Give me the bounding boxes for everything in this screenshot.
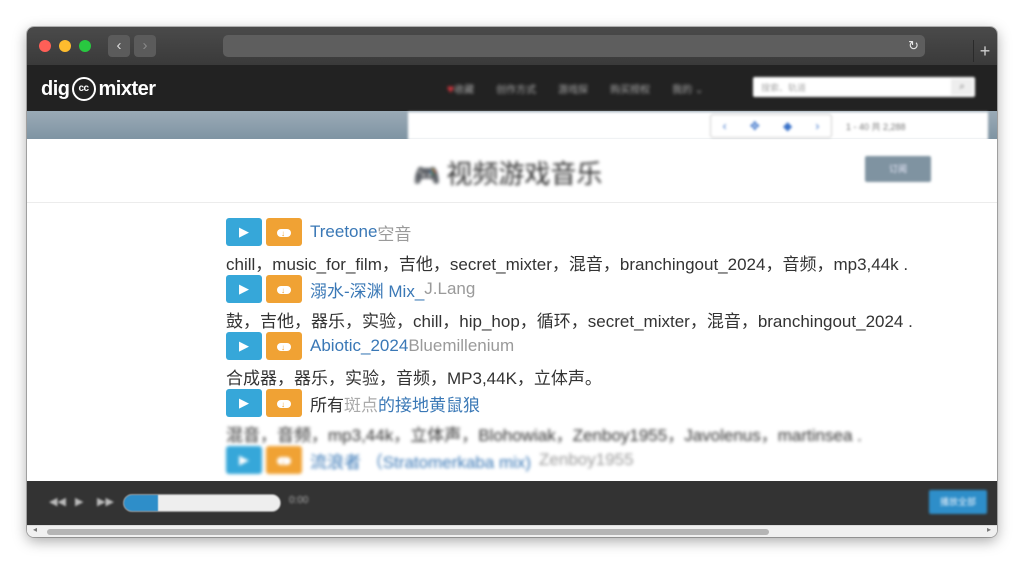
logo-text-mixter: mixter — [98, 77, 157, 100]
browser-window: ‹ › ↻ + dig cc mixter ♥收藏 创作方式 游戏探 购买授权 … — [27, 27, 997, 537]
browser-toolbar: ‹ › ↻ + — [27, 27, 997, 65]
page-info: 1 - 40 共 2,288 — [846, 122, 906, 132]
logo-text-dig: dig — [41, 77, 70, 100]
list-item: ▶ ↓ 所有 斑点 的接地黄鼠狼 混音，音频，mp3,44k，立体声，Blohowi… — [226, 388, 996, 445]
address-bar[interactable]: ↻ — [223, 35, 925, 57]
time-readout: 0:00 — [289, 495, 309, 506]
menu-item-license[interactable]: 购买授权 — [610, 81, 650, 96]
zoom-window-button[interactable] — [79, 40, 91, 52]
minimize-window-button[interactable] — [59, 40, 71, 52]
track-tags: 合成器，器乐，实验，音频，MP3,44K，立体声。 — [226, 369, 602, 388]
play-all-button[interactable]: 播放全部 — [929, 490, 987, 514]
cloud-download-icon: ↓ — [277, 399, 291, 408]
track-title-link[interactable]: 的接地黄鼠狼 — [378, 391, 480, 416]
page-heading: 🎮 视频游戏音乐 订阅 — [27, 140, 997, 203]
cc-logo-icon: cc — [71, 77, 96, 101]
track-tags: chill，music_for_film，吉他，secret_mixter，混音… — [226, 255, 909, 274]
cloud-download-icon: ↓ — [277, 228, 291, 237]
play-icon: ▶ — [239, 224, 249, 239]
track-title-link[interactable]: Abiotic_2024 — [310, 336, 408, 356]
download-button[interactable]: ↓ — [266, 275, 302, 303]
track-tags: 混音，音频，mp3,44k，立体声，Blohowiak，Zenboy1955，J… — [226, 426, 862, 445]
list-item: ▶ ↓ Abiotic_2024 Bluemillenium 合成器，器乐，实验，… — [226, 331, 996, 388]
next-track-icon[interactable]: ▶▶ — [97, 495, 114, 508]
play-icon: ▶ — [239, 452, 249, 467]
track-title-link[interactable]: Treetone — [310, 222, 377, 242]
track-title-link[interactable]: 溺水-深渊 Mix_ — [310, 277, 424, 302]
new-tab-button[interactable]: + — [973, 40, 996, 62]
download-button[interactable]: ↓ — [266, 446, 302, 474]
play-button[interactable]: ▶ — [226, 332, 262, 360]
download-button[interactable]: ↓ — [266, 332, 302, 360]
forward-button[interactable]: › — [134, 35, 156, 57]
play-icon: ▶ — [239, 281, 249, 296]
move-icon[interactable]: ✥ — [750, 119, 760, 133]
artist-link[interactable]: 空音 — [377, 220, 411, 245]
cloud-download-icon: ↓ — [277, 456, 291, 465]
track-title-middle: 斑点 — [344, 395, 378, 415]
gamepad-icon: 🎮 — [413, 163, 441, 188]
download-button[interactable]: ↓ — [266, 389, 302, 417]
track-title-link[interactable]: 流浪者 （Stratomerkaba mix) — [310, 448, 531, 473]
play-icon: ▶ — [239, 395, 249, 410]
play-icon: ▶ — [239, 338, 249, 353]
track-title-prefix: 所有 — [310, 395, 344, 415]
play-button[interactable]: ▶ — [226, 446, 262, 474]
horizontal-scrollbar[interactable]: ◂ ▸ — [27, 525, 997, 537]
page-title-text: 视频游戏音乐 — [446, 159, 603, 189]
previous-track-icon[interactable]: ◀◀ — [49, 495, 66, 508]
play-button[interactable]: ▶ — [226, 218, 262, 246]
download-button[interactable]: ↓ — [266, 218, 302, 246]
play-button[interactable]: ▶ — [226, 275, 262, 303]
upload-list: ▶ ↓ Treetone 空音 chill，music_for_film，吉他，s… — [226, 217, 996, 502]
close-window-button[interactable] — [39, 40, 51, 52]
menu-item-mine[interactable]: 我的 ⌄ — [672, 81, 703, 96]
page-title: 🎮 视频游戏音乐 — [413, 154, 602, 191]
progress-fill — [124, 495, 159, 511]
menu-item-favorites[interactable]: ♥收藏 — [447, 81, 474, 96]
chevron-down-icon: ⌄ — [694, 84, 704, 96]
list-item: ▶ ↓ 溺水-深渊 Mix_ J.Lang 鼓，吉他，器乐，实验，chill，hi… — [226, 274, 996, 331]
search-input[interactable]: 搜索、轨道 ⌕ — [753, 77, 975, 97]
reload-icon[interactable]: ↻ — [908, 35, 919, 57]
artist-link[interactable]: Bluemillenium — [408, 336, 514, 356]
site-logo[interactable]: dig cc mixter — [41, 77, 156, 101]
search-icon[interactable]: ⌕ — [951, 79, 973, 95]
artist-link[interactable]: J.Lang — [424, 279, 475, 299]
paging-controls: ‹ ✥ ◆ › 1 - 40 共 2,288 — [408, 112, 988, 140]
scroll-right-icon[interactable]: ▸ — [987, 525, 991, 534]
next-page-button[interactable]: › — [815, 119, 819, 133]
track-tags: 鼓，吉他，器乐，实验，chill，hip_hop，循环，secret_mixte… — [226, 312, 913, 331]
scrollbar-thumb[interactable] — [47, 529, 769, 535]
prev-page-button[interactable]: ‹ — [723, 119, 727, 133]
audio-player-bar: ◀◀ ▶ ▶▶ 0:00 播放全部 — [27, 481, 997, 525]
search-placeholder: 搜索、轨道 — [761, 83, 807, 93]
progress-slider[interactable] — [123, 494, 281, 512]
menu-item-creation[interactable]: 创作方式 — [496, 81, 536, 96]
list-item: ▶ ↓ Treetone 空音 chill，music_for_film，吉他，s… — [226, 217, 996, 274]
artist-link[interactable]: Zenboy1955 — [539, 450, 634, 470]
paging-button-group: ‹ ✥ ◆ › — [710, 114, 832, 138]
main-menu: ♥收藏 创作方式 游戏探 购买授权 我的 ⌄ — [447, 65, 703, 111]
play-button[interactable]: ▶ — [226, 389, 262, 417]
cloud-download-icon: ↓ — [277, 285, 291, 294]
subscribe-button[interactable]: 订阅 — [865, 156, 931, 182]
play-icon[interactable]: ▶ — [75, 495, 83, 508]
scroll-left-icon[interactable]: ◂ — [33, 525, 37, 534]
diamond-icon[interactable]: ◆ — [783, 119, 792, 133]
menu-item-games[interactable]: 游戏探 — [558, 81, 588, 96]
cloud-download-icon: ↓ — [277, 342, 291, 351]
site-header: dig cc mixter ♥收藏 创作方式 游戏探 购买授权 我的 ⌄ 搜索、… — [27, 65, 997, 111]
back-button[interactable]: ‹ — [108, 35, 130, 57]
